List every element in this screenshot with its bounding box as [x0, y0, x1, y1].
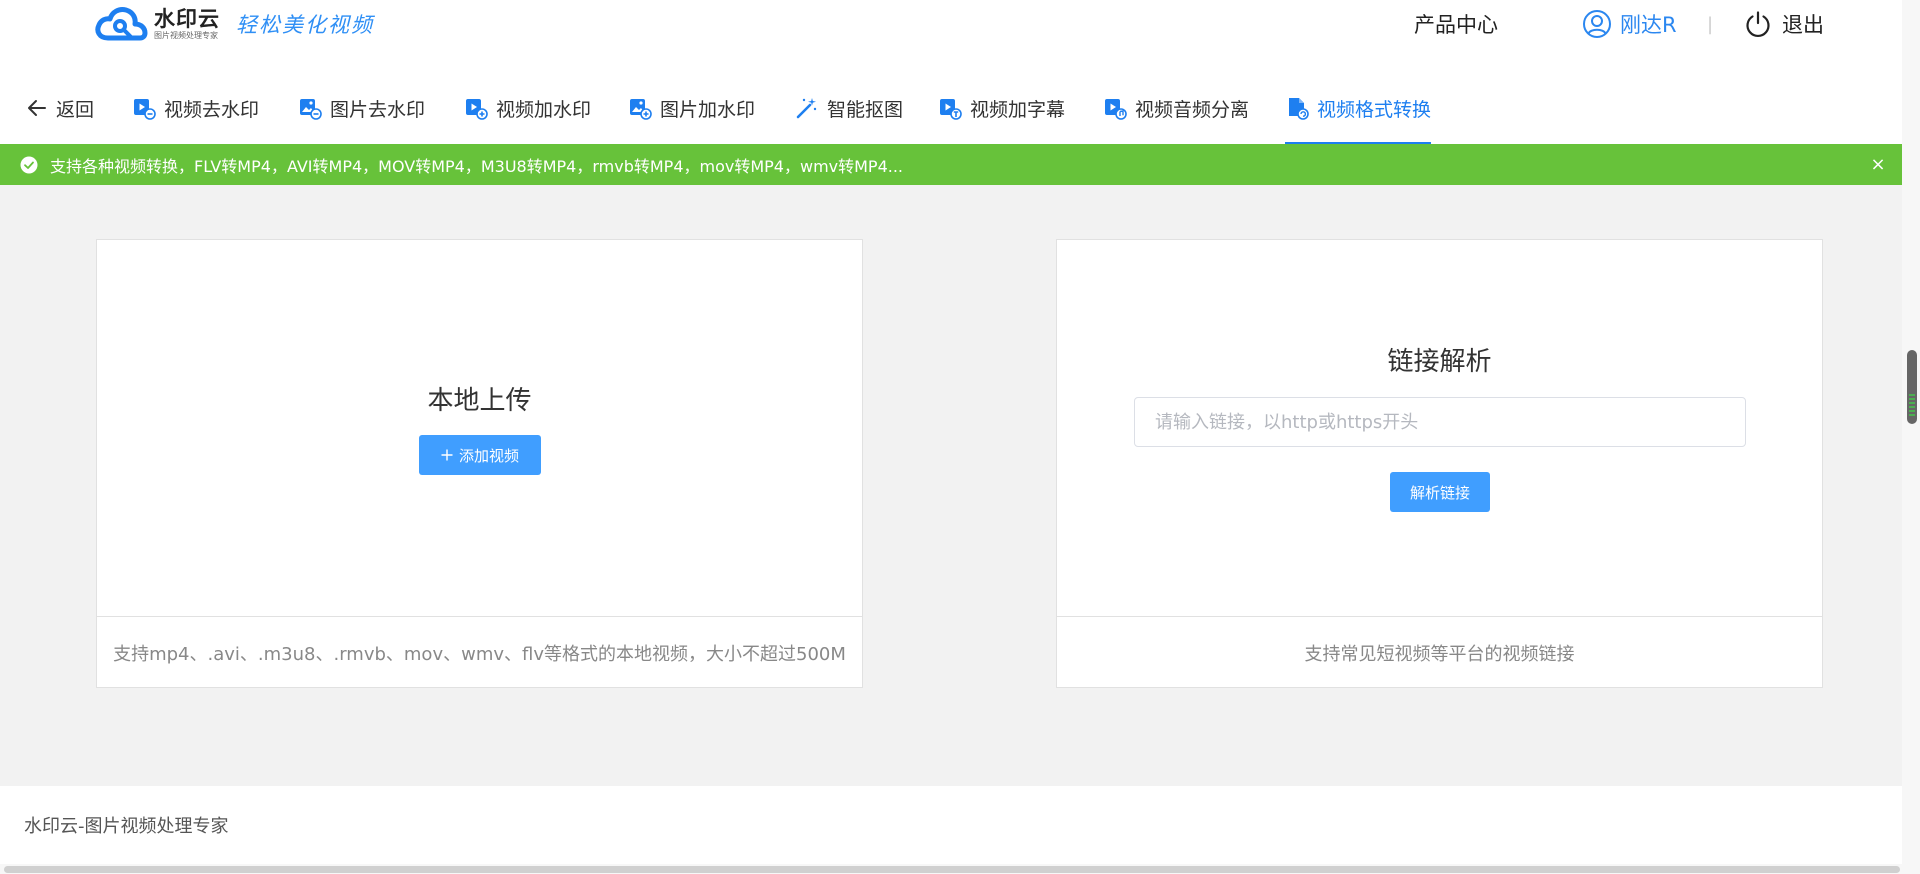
tab-image-add-watermark[interactable]: 图片加水印	[628, 72, 755, 144]
tab-label: 视频去水印	[164, 98, 260, 121]
notice-banner: 支持各种视频转换，FLV转MP4，AVI转MP4，MOV转MP4，M3U8转MP…	[0, 144, 1902, 185]
plus-icon	[441, 449, 453, 461]
footer-text: 水印云-图片视频处理专家	[24, 816, 229, 837]
tab-label: 视频加水印	[496, 98, 592, 121]
arrow-left-icon	[28, 100, 46, 116]
logout-button[interactable]: 退出	[1744, 8, 1824, 40]
add-video-button[interactable]: 添加视频	[419, 435, 541, 475]
link-url-input[interactable]	[1134, 397, 1746, 447]
tab-image-remove-watermark[interactable]: 图片去水印	[298, 72, 425, 144]
header-separator: |	[1707, 13, 1714, 35]
product-center-label: 产品中心	[1414, 13, 1498, 37]
tab-label: 图片去水印	[330, 98, 426, 121]
logo-subtitle: 图片视频处理专家	[154, 31, 218, 40]
tab-label: 视频音频分离	[1135, 98, 1250, 121]
link-parse-hint: 支持常见短视频等平台的视频链接	[1057, 616, 1822, 688]
close-icon[interactable]: ×	[1868, 154, 1888, 175]
mp4-file-icon	[1289, 98, 1309, 120]
tab-video-remove-watermark[interactable]: 视频去水印	[132, 72, 259, 144]
link-parse-title: 链接解析	[1387, 347, 1492, 377]
tab-label: 智能抠图	[827, 98, 904, 121]
check-circle-icon	[20, 156, 38, 173]
page-footer: 水印云-图片视频处理专家	[0, 786, 1902, 864]
video-subtitle-icon	[940, 99, 962, 120]
tool-tabs: 返回 视频去水印 图片去水印 视频加水印 图片加水印 智能抠图 视频加字幕 视频…	[0, 72, 1902, 144]
cloud-logo-icon	[95, 7, 148, 41]
tab-video-subtitle[interactable]: 视频加字幕	[938, 72, 1065, 144]
image-remove-icon	[300, 99, 322, 120]
product-center-link[interactable]: 产品中心	[1414, 8, 1498, 40]
vertical-scrollbar[interactable]	[1902, 0, 1920, 874]
user-name: 刚达R	[1620, 13, 1677, 37]
tab-video-format-convert[interactable]: 视频格式转换	[1285, 72, 1432, 144]
horizontal-scrollbar[interactable]	[0, 864, 1902, 874]
user-menu[interactable]: 刚达R	[1582, 8, 1677, 40]
parse-link-button[interactable]: 解析链接	[1390, 472, 1490, 512]
tab-label: 图片加水印	[660, 98, 756, 121]
user-icon	[1583, 10, 1611, 38]
image-add-icon	[630, 99, 652, 120]
link-parse-card: 链接解析 解析链接 支持常见短视频等平台的视频链接	[1056, 239, 1823, 688]
add-video-label: 添加视频	[458, 446, 519, 465]
logout-label: 退出	[1782, 13, 1824, 37]
power-icon	[1746, 11, 1770, 37]
slogan: 轻松美化视频	[236, 13, 374, 37]
parse-link-label: 解析链接	[1409, 483, 1470, 502]
tab-label: 返回	[56, 98, 95, 121]
local-upload-card: 本地上传 添加视频 支持mp4、.avi、.m3u8、.rmvb、mov、wmv…	[96, 239, 863, 688]
tab-video-add-watermark[interactable]: 视频加水印	[464, 72, 591, 144]
logo-name: 水印云	[154, 7, 220, 31]
video-add-icon	[466, 99, 488, 120]
vertical-scroll-thumb[interactable]	[1907, 350, 1917, 424]
logo[interactable]: 水印云 图片视频处理专家 轻松美化视频	[94, 4, 374, 44]
horizontal-scroll-thumb[interactable]	[4, 866, 1900, 873]
video-remove-icon	[134, 99, 156, 120]
magic-wand-icon	[796, 98, 817, 119]
tab-smart-cutout[interactable]: 智能抠图	[795, 72, 903, 144]
tab-label: 视频格式转换	[1317, 98, 1432, 121]
tab-label: 视频加字幕	[970, 98, 1066, 121]
notice-text: 支持各种视频转换，FLV转MP4，AVI转MP4，MOV转MP4，M3U8转MP…	[50, 156, 904, 176]
tab-video-audio-separation[interactable]: 视频音频分离	[1103, 72, 1249, 144]
local-upload-title: 本地上传	[427, 386, 532, 416]
video-audio-icon	[1105, 99, 1127, 120]
tab-back[interactable]: 返回	[26, 72, 94, 144]
top-header: 水印云 图片视频处理专家 轻松美化视频 产品中心 刚达R | 退出	[0, 0, 1902, 72]
local-upload-hint: 支持mp4、.avi、.m3u8、.rmvb、mov、wmv、flv等格式的本地…	[97, 616, 862, 688]
